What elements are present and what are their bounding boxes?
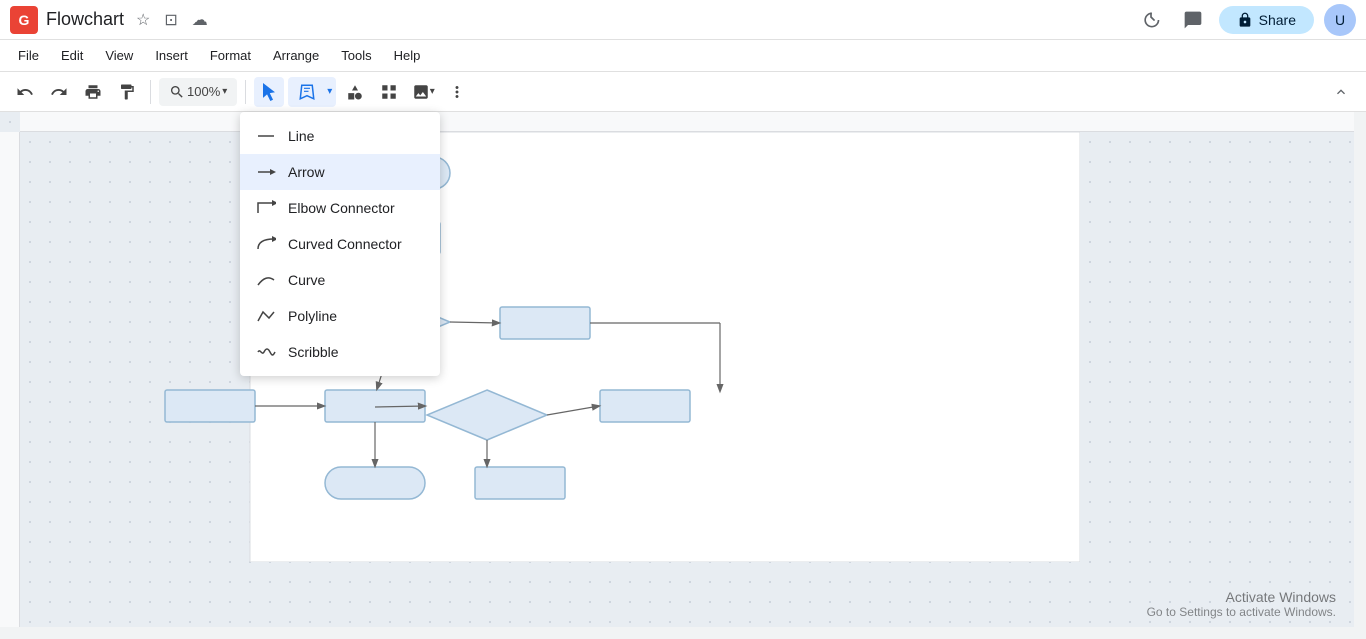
redo-button[interactable] [44,77,74,107]
menu-insert[interactable]: Insert [145,44,198,67]
flowchart-diagram [20,132,1080,562]
shape-button[interactable] [340,77,370,107]
canvas[interactable]: Activate Windows Go to Settings to activ… [0,112,1366,639]
history-button[interactable] [1135,4,1167,36]
user-avatar[interactable]: U [1324,4,1356,36]
titlebar: G Flowchart ☆ ⊡ ☁ Share U [0,0,1366,40]
image-chevron-icon: ▾ [430,86,435,97]
app-icon: G [10,6,38,34]
line-tool-group: ▾ [288,77,336,107]
undo-button[interactable] [10,77,40,107]
arrow-label: Arrow [288,164,325,180]
line-chevron-icon: ▾ [327,86,332,97]
divider-1 [150,80,151,104]
elbow-icon [256,198,276,218]
menu-format[interactable]: Format [200,44,261,67]
toolbar: 100% ▾ ▾ ▾ Line [0,72,1366,112]
share-label: Share [1259,12,1296,28]
activate-line1: Activate Windows [1147,589,1336,605]
curve-label: Curve [288,272,325,288]
scrollbar-vertical[interactable] [1354,112,1366,627]
polyline-icon [256,306,276,326]
share-button[interactable]: Share [1219,6,1314,34]
cloud-icon[interactable]: ☁ [188,8,212,32]
curve-icon [256,270,276,290]
menu-tools[interactable]: Tools [331,44,381,67]
select-button[interactable] [254,77,284,107]
paint-format-button[interactable] [112,77,142,107]
collapse-toolbar-button[interactable] [1326,77,1356,107]
arrow-icon [256,162,276,182]
elbow-label: Elbow Connector [288,200,395,216]
scribble-label: Scribble [288,344,339,360]
zoom-button[interactable]: 100% ▾ [161,80,235,104]
menubar: File Edit View Insert Format Arrange Too… [0,40,1366,72]
dropdown-item-line[interactable]: Line [240,118,440,154]
ruler-horizontal [20,112,1366,132]
dropdown-item-elbow[interactable]: Elbow Connector [240,190,440,226]
zoom-group: 100% ▾ [159,78,237,106]
divider-2 [245,80,246,104]
star-icon[interactable]: ☆ [132,8,154,32]
line-icon [256,126,276,146]
folder-icon[interactable]: ⊡ [160,8,181,32]
menu-edit[interactable]: Edit [51,44,93,67]
menu-view[interactable]: View [95,44,143,67]
main-area: Activate Windows Go to Settings to activ… [0,112,1366,639]
line-label: Line [288,128,314,144]
activate-windows-overlay: Activate Windows Go to Settings to activ… [1147,589,1336,619]
comment-button[interactable] [1177,4,1209,36]
dropdown-item-arrow[interactable]: Arrow [240,154,440,190]
scribble-icon [256,342,276,362]
ruler-vertical [0,132,20,639]
line-tool-button[interactable] [290,79,324,105]
image-button[interactable]: ▾ [408,77,438,107]
line-dropdown-menu: Line Arrow Elbow Connector Curved Connec… [240,112,440,376]
doc-title: Flowchart [46,9,124,30]
menu-file[interactable]: File [8,44,49,67]
print-button[interactable] [78,77,108,107]
menu-arrange[interactable]: Arrange [263,44,329,67]
zoom-chevron: ▾ [222,86,227,97]
dropdown-item-polyline[interactable]: Polyline [240,298,440,334]
table-button[interactable] [374,77,404,107]
dropdown-item-curved-connector[interactable]: Curved Connector [240,226,440,262]
dropdown-item-curve[interactable]: Curve [240,262,440,298]
zoom-value: 100% [187,84,220,99]
curved-connector-label: Curved Connector [288,236,402,252]
more-button[interactable] [442,77,472,107]
activate-line2: Go to Settings to activate Windows. [1147,605,1336,619]
scrollbar-horizontal[interactable] [0,627,1354,639]
curved-connector-icon [256,234,276,254]
menu-help[interactable]: Help [384,44,431,67]
line-tool-dropdown[interactable]: ▾ [325,82,334,101]
scroll-corner [1354,627,1366,639]
dropdown-item-scribble[interactable]: Scribble [240,334,440,370]
polyline-label: Polyline [288,308,337,324]
